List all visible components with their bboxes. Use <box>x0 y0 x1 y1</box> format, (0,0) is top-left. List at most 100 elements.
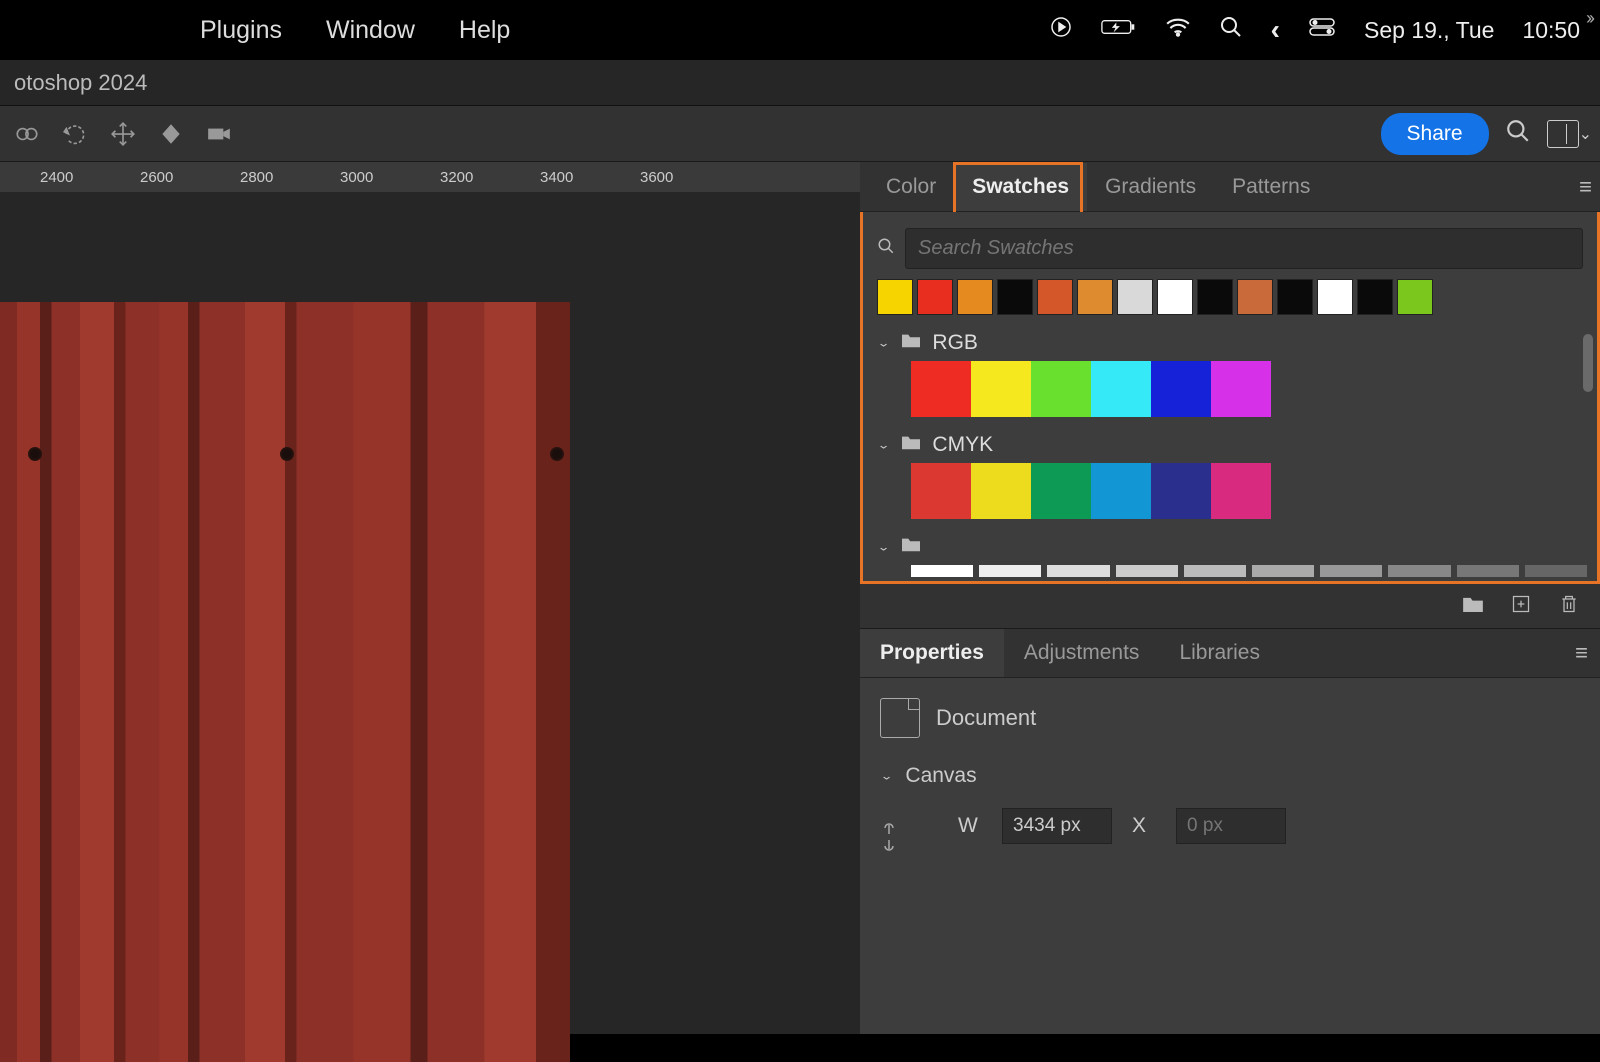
ruler-tick: 3400 <box>540 169 573 186</box>
swatch[interactable] <box>911 463 971 519</box>
ruler-tick: 3000 <box>340 169 373 186</box>
search-button[interactable] <box>1505 118 1531 149</box>
swatch-group-rgb: ⌄ RGB <box>871 325 1589 417</box>
swatch[interactable] <box>1397 279 1433 315</box>
swatch[interactable] <box>1077 279 1113 315</box>
x-label: X <box>1132 814 1156 838</box>
canvas-image <box>0 302 570 1062</box>
tab-gradients[interactable]: Gradients <box>1087 163 1214 211</box>
swatch[interactable] <box>877 279 913 315</box>
swatches-search-input[interactable] <box>905 228 1583 269</box>
tool-icon-1[interactable] <box>8 115 46 153</box>
chevron-down-icon: ⌄ <box>880 769 893 783</box>
options-toolbar: Share ⌄ <box>0 106 1600 162</box>
tab-patterns[interactable]: Patterns <box>1214 163 1328 211</box>
swatch[interactable] <box>1091 463 1151 519</box>
folder-header-gray[interactable]: ⌄ <box>871 529 1589 565</box>
control-center-icon[interactable] <box>1308 17 1336 43</box>
folder-header-cmyk[interactable]: ⌄ CMYK <box>871 427 1589 463</box>
orbit-icon[interactable] <box>152 115 190 153</box>
wifi-icon[interactable] <box>1165 17 1191 43</box>
swatch[interactable] <box>1277 279 1313 315</box>
swatch[interactable] <box>1031 463 1091 519</box>
ruler-tick: 2400 <box>40 169 73 186</box>
properties-panel: Document ⌄ Canvas W X <box>860 678 1600 1034</box>
swatches-panel: ⌄ RGB ⌄ CMYK ⌄ <box>860 212 1600 584</box>
trash-button[interactable] <box>1558 594 1580 619</box>
camera-icon[interactable] <box>200 115 238 153</box>
new-swatch-button[interactable] <box>1510 594 1532 619</box>
swatch[interactable] <box>1211 463 1271 519</box>
grayscale-swatches <box>871 565 1589 577</box>
menubar-time[interactable]: 10:50 <box>1522 17 1580 44</box>
swatch[interactable] <box>1117 279 1153 315</box>
folder-label: RGB <box>932 331 978 355</box>
folder-icon <box>900 331 922 355</box>
swatch[interactable] <box>971 361 1031 417</box>
swatch[interactable] <box>971 463 1031 519</box>
swatch-group-grayscale: ⌄ <box>871 529 1589 577</box>
battery-icon[interactable] <box>1101 17 1137 43</box>
document-icon <box>880 698 920 738</box>
swatch[interactable] <box>1157 279 1193 315</box>
tab-color[interactable]: Color <box>868 163 954 211</box>
swatch[interactable] <box>1151 361 1211 417</box>
panel-menu-icon[interactable]: ≡ <box>1579 174 1592 200</box>
width-label: W <box>958 814 982 838</box>
swatch[interactable] <box>1151 463 1211 519</box>
rotate-icon[interactable] <box>56 115 94 153</box>
canvas-section-header[interactable]: ⌄ Canvas <box>880 764 1580 788</box>
swatches-scrollbar[interactable] <box>1583 334 1593 392</box>
x-input[interactable] <box>1176 808 1286 844</box>
folder-header-rgb[interactable]: ⌄ RGB <box>871 325 1589 361</box>
chevron-down-icon: ⌄ <box>877 540 890 554</box>
right-panels: ›› Color Swatches Gradients Patterns ≡ ⌄… <box>860 162 1600 1034</box>
menubar-date[interactable]: Sep 19., Tue <box>1364 17 1494 44</box>
spotlight-icon[interactable] <box>1219 15 1243 45</box>
folder-icon <box>900 535 922 559</box>
swatch[interactable] <box>997 279 1033 315</box>
tab-properties[interactable]: Properties <box>860 629 1004 677</box>
document-canvas[interactable] <box>0 192 860 1034</box>
macos-menubar: Plugins Window Help ‹ Sep 19., Tue 10:50 <box>0 0 1600 60</box>
swatch[interactable] <box>1237 279 1273 315</box>
swatch[interactable] <box>1037 279 1073 315</box>
expand-panels-icon[interactable]: ›› <box>1586 8 1592 29</box>
folder-label: CMYK <box>932 433 993 457</box>
menu-window[interactable]: Window <box>326 16 415 45</box>
width-input[interactable] <box>1002 808 1112 844</box>
swatch[interactable] <box>911 361 971 417</box>
swatch[interactable] <box>1091 361 1151 417</box>
tab-adjustments[interactable]: Adjustments <box>1004 629 1160 677</box>
swatch[interactable] <box>1031 361 1091 417</box>
menu-help[interactable]: Help <box>459 16 510 45</box>
swatch[interactable] <box>957 279 993 315</box>
menu-plugins[interactable]: Plugins <box>200 16 282 45</box>
ruler-tick: 3600 <box>640 169 673 186</box>
folder-button[interactable] <box>1462 594 1484 619</box>
link-dimensions-icon[interactable] <box>880 822 898 857</box>
canvas-area[interactable]: 2400 2600 2800 3000 3200 3400 3600 <box>0 162 860 1034</box>
workspace-button[interactable]: ⌄ <box>1547 120 1592 148</box>
chevron-down-icon: ⌄ <box>877 438 890 452</box>
swatch[interactable] <box>1211 361 1271 417</box>
ruler-tick: 2600 <box>140 169 173 186</box>
swatch[interactable] <box>1197 279 1233 315</box>
tab-libraries[interactable]: Libraries <box>1159 629 1280 677</box>
canvas-section-label: Canvas <box>905 764 976 788</box>
record-icon[interactable] <box>1049 15 1073 45</box>
back-chevron-icon[interactable]: ‹ <box>1271 14 1280 46</box>
search-icon <box>877 237 895 260</box>
swatch[interactable] <box>1317 279 1353 315</box>
panel-menu-icon[interactable]: ≡ <box>1575 640 1588 666</box>
swatch[interactable] <box>917 279 953 315</box>
properties-panel-tabs: Properties Adjustments Libraries ≡ <box>860 628 1600 678</box>
swatch-group-cmyk: ⌄ CMYK <box>871 427 1589 519</box>
folder-icon <box>900 433 922 457</box>
move-icon[interactable] <box>104 115 142 153</box>
swatches-footer <box>860 584 1600 628</box>
share-button[interactable]: Share <box>1381 113 1489 155</box>
horizontal-ruler[interactable]: 2400 2600 2800 3000 3200 3400 3600 <box>0 162 860 192</box>
swatch[interactable] <box>1357 279 1393 315</box>
ruler-tick: 2800 <box>240 169 273 186</box>
